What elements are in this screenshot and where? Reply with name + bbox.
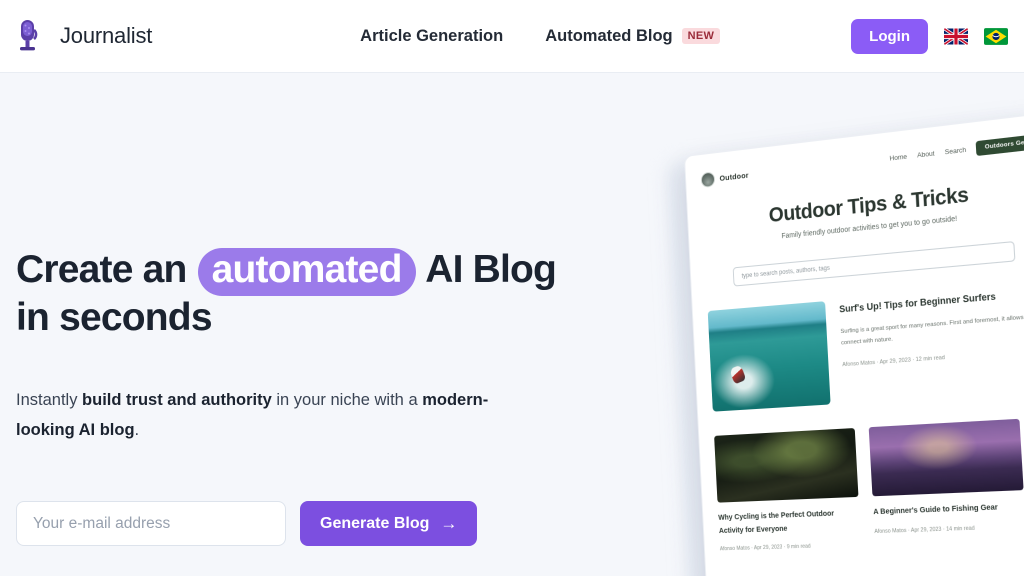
hero-content: Create an automated AI Blog in seconds I… xyxy=(16,248,596,547)
signup-form: Generate Blog → xyxy=(16,501,596,547)
new-badge: NEW xyxy=(681,28,721,44)
mockup-search-input[interactable]: type to search posts, authors, tags xyxy=(732,241,1016,287)
flag-brazil-icon[interactable] xyxy=(984,27,1008,45)
mockup-feature-title: Surf's Up! Tips for Beginner Surfers xyxy=(838,291,997,315)
headline-highlight: automated xyxy=(197,248,416,296)
page-title: Create an automated AI Blog in seconds xyxy=(16,248,596,339)
arrow-right-icon: → xyxy=(440,514,458,534)
subtitle-bold-1: build trust and authority xyxy=(82,391,272,410)
subtitle-text-2: in your niche with a xyxy=(271,391,423,410)
mockup-nav-search[interactable]: Search xyxy=(945,146,967,156)
mockup-card-title: Why Cycling is the Perfect Outdoor Activ… xyxy=(718,508,835,535)
nav-label-article-generation: Article Generation xyxy=(360,26,504,45)
mockup-nav-about[interactable]: About xyxy=(917,150,935,159)
mockup-feature-post[interactable]: Surf's Up! Tips for Beginner Surfers Sur… xyxy=(707,282,1024,412)
mountain-logo-icon xyxy=(700,170,716,188)
header-actions: Login xyxy=(851,18,1024,54)
mockup-post-card[interactable]: A Beginner's Guide to Fishing Gear Afons… xyxy=(868,418,1024,548)
generate-blog-label: Generate Blog xyxy=(320,514,430,532)
blog-preview-mockup: Outdoor Home About Search Outdoors Gear … xyxy=(652,111,1024,576)
fishing-sunset-photo xyxy=(868,418,1024,497)
mockup-brand: Outdoor xyxy=(700,167,749,188)
surfing-photo xyxy=(707,301,831,412)
brand[interactable]: Journalist xyxy=(0,18,152,54)
mockup-feature-excerpt: Surfing is a great sport for many reason… xyxy=(840,313,1024,347)
mockup-nav-links: Home About Search Outdoors Gear xyxy=(889,133,1024,166)
hero-subtitle: Instantly build trust and authority in y… xyxy=(16,385,521,445)
site-header: Journalist Article Generation Automated … xyxy=(0,0,1024,73)
mockup-card-byline: Afonso Matos · Apr 29, 2023 · 14 min rea… xyxy=(874,525,975,535)
brand-name: Journalist xyxy=(60,23,153,48)
mockup-search-placeholder: type to search posts, authors, tags xyxy=(741,265,831,280)
nav-item-article-generation[interactable]: Article Generation xyxy=(360,27,503,46)
nav-item-automated-blog[interactable]: Automated Blog NEW xyxy=(545,26,721,46)
headline-part-1: Create an xyxy=(16,248,187,291)
mockup-card-title: A Beginner's Guide to Fishing Gear xyxy=(873,501,999,517)
mockup-card-byline: Afonso Matos · Apr 29, 2023 · 9 min read xyxy=(719,543,811,553)
generate-blog-button[interactable]: Generate Blog → xyxy=(300,501,478,547)
main-nav: Article Generation Automated Blog NEW xyxy=(360,26,721,46)
mockup-outdoors-gear-button[interactable]: Outdoors Gear xyxy=(976,133,1024,156)
flag-uk-icon[interactable] xyxy=(944,27,968,45)
subtitle-text-1: Instantly xyxy=(16,391,83,410)
mockup-brand-name: Outdoor xyxy=(719,170,749,183)
mockup-post-card[interactable]: Why Cycling is the Perfect Outdoor Activ… xyxy=(714,428,861,553)
login-button[interactable]: Login xyxy=(851,18,928,54)
mockup-feature-byline: Afonso Matos · Apr 29, 2023 · 12 min rea… xyxy=(842,355,946,369)
mockup-frame: Outdoor Home About Search Outdoors Gear … xyxy=(684,111,1024,576)
landing-page: Journalist Article Generation Automated … xyxy=(0,0,1024,576)
mockup-nav-home[interactable]: Home xyxy=(889,153,907,162)
nav-label-automated-blog: Automated Blog xyxy=(545,26,673,45)
mockup-post-grid: Why Cycling is the Perfect Outdoor Activ… xyxy=(714,417,1024,553)
microphone-icon xyxy=(16,18,46,54)
email-input[interactable] xyxy=(16,501,286,547)
forest-trail-photo xyxy=(714,428,859,503)
subtitle-text-3: . xyxy=(134,421,140,440)
